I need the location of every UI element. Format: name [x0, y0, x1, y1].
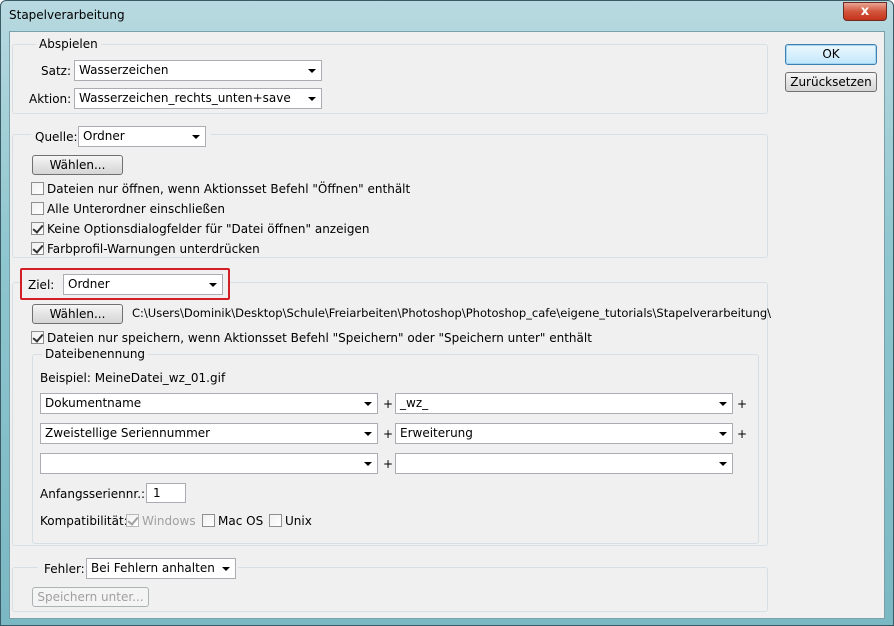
compat-windows-label[interactable]: Windows [142, 514, 196, 528]
chevron-down-icon [364, 462, 372, 466]
naming-right-select-1[interactable]: Erweiterung [395, 423, 733, 444]
quelle-value: Ordner [83, 129, 125, 143]
reset-button[interactable]: Zurücksetzen [785, 72, 877, 92]
quelle-option-checkbox-3[interactable] [31, 242, 44, 255]
compat-unix-checkbox[interactable] [269, 514, 282, 527]
quelle-label: Quelle: [35, 130, 78, 144]
fehler-select[interactable]: Bei Fehlern anhalten [86, 558, 236, 579]
dialog-client: Abspielen Satz: Wasserzeichen Aktion: Wa… [9, 31, 885, 619]
start-number-label: Anfangsseriennr.: [40, 487, 146, 501]
naming-right-value-1: Erweiterung [400, 426, 473, 440]
quelle-choose-button[interactable]: Wählen... [32, 155, 123, 175]
compat-label: Kompatibilität: [40, 514, 128, 528]
naming-left-select-0[interactable]: Dokumentname [40, 393, 378, 414]
aktion-label: Aktion: [29, 92, 72, 106]
title-bar[interactable]: Stapelverarbeitung x [1, 1, 893, 31]
quelle-option-checkbox-2[interactable] [31, 222, 44, 235]
fehler-value: Bei Fehlern anhalten [91, 561, 215, 575]
ok-button[interactable]: OK [785, 44, 877, 65]
naming-left-select-1[interactable]: Zweistellige Seriennummer [40, 423, 378, 444]
ziel-value: Ordner [68, 277, 110, 291]
compat-windows-checkbox[interactable] [126, 514, 139, 527]
plus-sign: + [383, 457, 394, 471]
chevron-down-icon [308, 97, 316, 101]
naming-left-value-1: Zweistellige Seriennummer [45, 426, 211, 440]
quelle-option-label-2[interactable]: Keine Optionsdialogfelder für "Datei öff… [47, 222, 369, 236]
quelle-option-label-0[interactable]: Dateien nur öffnen, wenn Aktionsset Befe… [47, 182, 410, 196]
quelle-group [12, 134, 768, 258]
abspielen-legend: Abspielen [36, 37, 101, 51]
naming-example: Beispiel: MeineDatei_wz_01.gif [40, 371, 226, 385]
quelle-option-checkbox-0[interactable] [31, 182, 44, 195]
ziel-label: Ziel: [28, 278, 55, 292]
close-button[interactable]: x [843, 2, 887, 21]
ziel-path: C:\Users\Dominik\Desktop\Schule\Freiarbe… [132, 306, 772, 320]
start-number-input[interactable]: 1 [146, 483, 186, 503]
plus-sign: + [737, 397, 748, 411]
ziel-select[interactable]: Ordner [63, 274, 223, 295]
satz-select[interactable]: Wasserzeichen [74, 60, 322, 81]
compat-macos-checkbox[interactable] [202, 514, 215, 527]
compat-macos-label[interactable]: Mac OS [218, 514, 263, 528]
chevron-down-icon [719, 432, 727, 436]
ziel-save-checkbox[interactable] [31, 331, 44, 344]
save-as-button[interactable]: Speichern unter... [32, 587, 149, 607]
dialog-window: Stapelverarbeitung x Abspielen Satz: Was… [0, 0, 894, 626]
window-title: Stapelverarbeitung [9, 8, 125, 22]
compat-unix-label[interactable]: Unix [285, 514, 312, 528]
plus-sign: + [737, 427, 748, 441]
aktion-select[interactable]: Wasserzeichen_rechts_unten+save [74, 88, 322, 109]
chevron-down-icon [308, 69, 316, 73]
chevron-down-icon [719, 462, 727, 466]
naming-right-value-0: _wz_ [400, 396, 429, 410]
quelle-option-checkbox-1[interactable] [31, 202, 44, 215]
naming-left-select-2[interactable] [40, 453, 378, 474]
naming-left-value-0: Dokumentname [45, 396, 142, 410]
naming-right-select-0[interactable]: _wz_ [395, 393, 733, 414]
quelle-option-label-1[interactable]: Alle Unterordner einschließen [47, 202, 225, 216]
chevron-down-icon [192, 135, 200, 139]
plus-sign: + [383, 427, 394, 441]
chevron-down-icon [719, 402, 727, 406]
chevron-down-icon [222, 567, 230, 571]
quelle-select[interactable]: Ordner [78, 126, 206, 147]
aktion-value: Wasserzeichen_rechts_unten+save [79, 91, 291, 105]
naming-right-select-2[interactable] [395, 453, 733, 474]
quelle-option-label-3[interactable]: Farbprofil-Warnungen unterdrücken [47, 242, 260, 256]
ziel-choose-button[interactable]: Wählen... [32, 304, 123, 324]
plus-sign: + [383, 397, 394, 411]
dateibenennung-legend: Dateibenennung [42, 347, 149, 361]
chevron-down-icon [209, 283, 217, 287]
satz-label: Satz: [41, 64, 72, 78]
chevron-down-icon [364, 402, 372, 406]
fehler-label: Fehler: [44, 562, 85, 576]
chevron-down-icon [364, 432, 372, 436]
satz-value: Wasserzeichen [79, 63, 169, 77]
ziel-save-label[interactable]: Dateien nur speichern, wenn Aktionsset B… [47, 331, 592, 345]
